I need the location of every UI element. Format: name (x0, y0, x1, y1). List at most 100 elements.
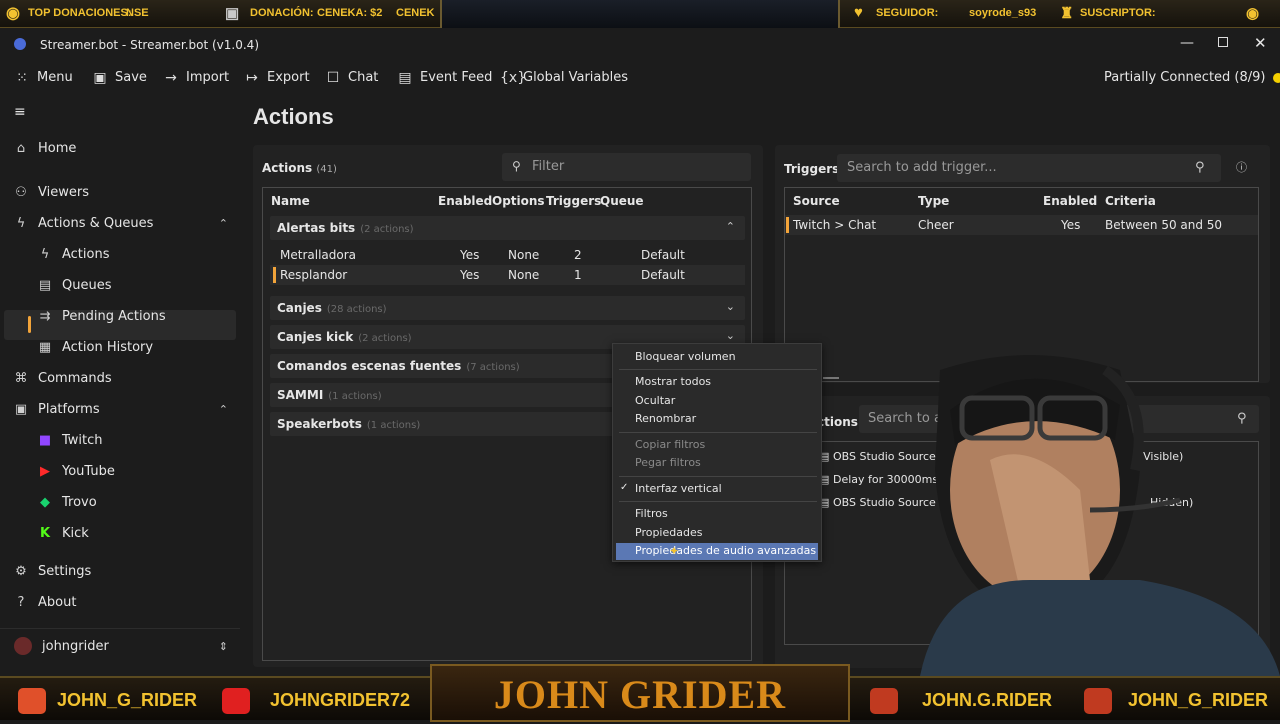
sidebar-item-viewers[interactable]: ⚇Viewers (14, 180, 89, 204)
import-button[interactable]: → Import (163, 70, 229, 85)
connection-status[interactable]: Partially Connected (8/9) ⌄ (1104, 70, 1280, 85)
menu-item-ocultar[interactable]: Ocultar (635, 394, 675, 407)
table-row[interactable]: Metralladora Yes None 2 Default (270, 245, 745, 265)
save-icon: ▣ (92, 71, 108, 85)
group-alertas-bits[interactable]: Alertas bits(2 actions) ⌃ (270, 216, 745, 240)
filter-input[interactable]: ⚲ Filter (502, 153, 751, 181)
brand-text: JOHN GRIDER (494, 672, 786, 717)
sidebar-item-pending-actions[interactable]: ⇉Pending Actions (38, 304, 166, 328)
menu-item-interfaz-vertical[interactable]: Interfaz vertical (635, 482, 722, 495)
column-source[interactable]: Source (793, 194, 840, 208)
selected-indicator (786, 217, 789, 233)
menu-item-copiar-filtros[interactable]: Copiar filtros (635, 438, 705, 451)
bolt-icon: ϟ (14, 216, 28, 231)
sidebar-label-commands: Commands (38, 371, 112, 386)
column-triggers[interactable]: Triggers (546, 194, 601, 208)
user-name: johngrider (42, 639, 109, 654)
scrollbar-thumb[interactable] (823, 377, 839, 379)
group-name: Speakerbots (277, 417, 362, 431)
menu-item-bloquear-volumen[interactable]: Bloquear volumen (635, 350, 736, 363)
filter-placeholder: Filter (532, 159, 564, 174)
group-canjes[interactable]: Canjes(28 actions) ⌄ (270, 296, 745, 320)
money-bag-icon-right: ◉ (1246, 4, 1259, 22)
close-icon[interactable]: ✕ (1254, 34, 1267, 52)
group-count: (28 actions) (327, 304, 387, 315)
top-donations-value: NSE (126, 7, 149, 19)
save-button[interactable]: ▣ Save (92, 70, 147, 85)
menu-item-pegar-filtros[interactable]: Pegar filtros (635, 456, 701, 469)
sidebar-label-settings: Settings (38, 564, 91, 579)
cell-enabled: Yes (1061, 218, 1080, 232)
chevron-up-icon: ⌃ (726, 220, 735, 233)
sidebar-item-twitch[interactable]: ■Twitch (38, 428, 103, 452)
column-enabled[interactable]: Enabled (438, 194, 492, 208)
overlay-center-notch (440, 0, 840, 28)
sidebar-item-queues[interactable]: ▤Queues (38, 273, 111, 297)
event-feed-button[interactable]: ▤ Event Feed (397, 70, 492, 85)
column-queue[interactable]: Queue (600, 194, 644, 208)
context-menu: Bloquear volumen Mostrar todos Ocultar R… (612, 343, 822, 562)
menu-button[interactable]: ⁙ Menu (14, 70, 73, 85)
kick-handle: JOHN_G_RIDER (57, 690, 197, 711)
menu-item-mostrar-todos[interactable]: Mostrar todos (635, 375, 711, 388)
minimize-icon[interactable]: — (1180, 35, 1194, 51)
status-dot-icon (1273, 73, 1280, 83)
sidebar-item-home[interactable]: ⌂Home (14, 136, 76, 160)
cell-enabled: Yes (460, 248, 479, 262)
column-name[interactable]: Name (271, 194, 310, 208)
menu-item-propiedades[interactable]: Propiedades (635, 526, 702, 539)
page-title: Actions (253, 104, 334, 130)
info-icon[interactable]: ⓘ (1236, 159, 1247, 175)
trigger-row[interactable]: Twitch > Chat Cheer Yes Between 50 and 5… (785, 215, 1258, 235)
sidebar-item-settings[interactable]: ⚙ Settings (14, 559, 91, 583)
global-variables-button[interactable]: {x} Global Variables (500, 70, 628, 85)
trigger-search-input[interactable]: Search to add trigger... ⚲ (837, 154, 1221, 182)
export-button[interactable]: ↦ Export (244, 70, 310, 85)
sidebar-item-about[interactable]: ?About (14, 590, 76, 614)
sidebar-item-kick[interactable]: KKick (38, 521, 89, 545)
menu-separator (619, 432, 817, 433)
maximize-icon[interactable] (1218, 37, 1228, 47)
sidebar-item-actions-queues[interactable]: ϟActions & Queues⌃ (14, 211, 228, 235)
user-menu[interactable]: johngrider ⇕ (14, 634, 228, 658)
gear-icon: ⚙ (14, 564, 28, 579)
sidebar-label-trovo: Trovo (62, 495, 97, 510)
column-enabled[interactable]: Enabled (1043, 194, 1097, 208)
table-row-selected[interactable]: Resplandor Yes None 1 Default (270, 265, 745, 285)
follower-value: soyrode_s93 (969, 7, 1036, 19)
sidebar-item-actions[interactable]: ϟActions (38, 242, 110, 266)
sidebar-item-commands[interactable]: ⌘Commands (14, 366, 112, 390)
sidebar-item-platforms[interactable]: ▣Platforms⌃ (14, 397, 228, 421)
top-donations-label: TOP DONACIONES: (28, 7, 132, 19)
menu-separator (619, 476, 817, 477)
title-bar: Streamer.bot - Streamer.bot (v1.0.4) — ✕ (0, 28, 1280, 62)
hamburger-icon[interactable]: ≡ (14, 104, 26, 120)
twitch-handle: JOHN_G_RIDER (1128, 690, 1268, 711)
active-indicator (28, 316, 31, 333)
chat-button[interactable]: ☐ Chat (325, 70, 378, 85)
pending-icon: ⇉ (38, 309, 52, 324)
column-criteria[interactable]: Criteria (1105, 194, 1156, 208)
sidebar-item-youtube[interactable]: ▶YouTube (38, 459, 115, 483)
column-type[interactable]: Type (918, 194, 949, 208)
menu-item-renombrar[interactable]: Renombrar (635, 412, 696, 425)
menu-item-filtros[interactable]: Filtros (635, 507, 668, 520)
chevron-up-icon: ⌃ (219, 217, 228, 230)
column-options[interactable]: Options (492, 194, 545, 208)
cursor-icon: ✦ (669, 544, 679, 558)
group-count: (1 actions) (367, 420, 420, 431)
cell-triggers: 1 (574, 268, 582, 282)
sidebar-item-trovo[interactable]: ◆Trovo (38, 490, 97, 514)
stream-overlay-bottom: JOHN_G_RIDER JOHNGRIDER72 JOHN GRIDER JO… (0, 676, 1280, 720)
sidebar: ≡ ⌂Home ⚇Viewers ϟActions & Queues⌃ ϟAct… (0, 96, 240, 676)
follower-label: SEGUIDOR: (876, 7, 938, 19)
actions-label: Actions (262, 161, 312, 175)
cell-queue: Default (641, 248, 685, 262)
cell-triggers: 2 (574, 248, 582, 262)
subscriber-label: SUSCRIPTOR: (1080, 7, 1156, 19)
sidebar-item-action-history[interactable]: ▦Action History (38, 335, 153, 359)
menu-item-propiedades-audio-avanzadas[interactable]: Propiedades de audio avanzadas (635, 544, 816, 557)
kick-icon: K (38, 526, 52, 541)
actions-count: (41) (316, 164, 337, 175)
heart-icon: ♥ (854, 4, 863, 21)
